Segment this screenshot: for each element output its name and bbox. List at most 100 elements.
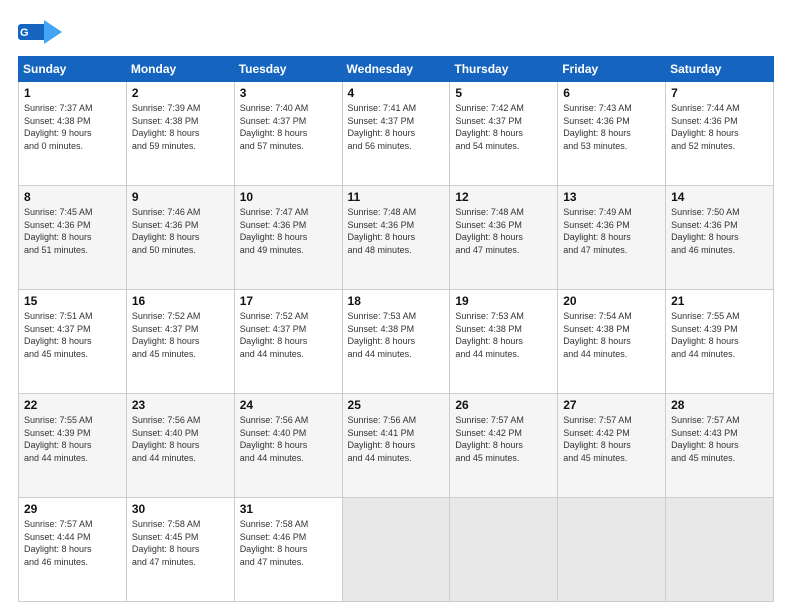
day-number: 14 [671, 190, 768, 204]
day-number: 4 [348, 86, 445, 100]
weekday-header-monday: Monday [126, 57, 234, 82]
calendar-cell [450, 498, 558, 602]
calendar-cell: 3 Sunrise: 7:40 AM Sunset: 4:37 PM Daylig… [234, 82, 342, 186]
calendar-cell: 17 Sunrise: 7:52 AM Sunset: 4:37 PM Dayli… [234, 290, 342, 394]
day-info: Sunrise: 7:54 AM Sunset: 4:38 PM Dayligh… [563, 310, 660, 360]
calendar-cell: 6 Sunrise: 7:43 AM Sunset: 4:36 PM Daylig… [558, 82, 666, 186]
week-row-1: 1 Sunrise: 7:37 AM Sunset: 4:38 PM Daylig… [19, 82, 774, 186]
calendar-cell: 5 Sunrise: 7:42 AM Sunset: 4:37 PM Daylig… [450, 82, 558, 186]
day-info: Sunrise: 7:58 AM Sunset: 4:46 PM Dayligh… [240, 518, 337, 568]
weekday-header-wednesday: Wednesday [342, 57, 450, 82]
day-number: 23 [132, 398, 229, 412]
calendar-cell: 16 Sunrise: 7:52 AM Sunset: 4:37 PM Dayli… [126, 290, 234, 394]
calendar-cell: 30Sunrise: 7:58 AM Sunset: 4:45 PM Dayli… [126, 498, 234, 602]
svg-text:G: G [20, 27, 29, 39]
calendar-cell: 7 Sunrise: 7:44 AM Sunset: 4:36 PM Daylig… [666, 82, 774, 186]
day-info: Sunrise: 7:57 AM Sunset: 4:42 PM Dayligh… [563, 414, 660, 464]
day-number: 22 [24, 398, 121, 412]
day-number: 2 [132, 86, 229, 100]
logo: G [18, 18, 66, 46]
day-info: Sunrise: 7:39 AM Sunset: 4:38 PM Dayligh… [132, 102, 229, 152]
day-number: 13 [563, 190, 660, 204]
week-row-4: 22 Sunrise: 7:55 AM Sunset: 4:39 PM Dayli… [19, 394, 774, 498]
week-row-3: 15 Sunrise: 7:51 AM Sunset: 4:37 PM Dayli… [19, 290, 774, 394]
day-number: 25 [348, 398, 445, 412]
week-row-2: 8 Sunrise: 7:45 AM Sunset: 4:36 PM Daylig… [19, 186, 774, 290]
weekday-header-row: SundayMondayTuesdayWednesdayThursdayFrid… [19, 57, 774, 82]
day-number: 31 [240, 502, 337, 516]
day-number: 6 [563, 86, 660, 100]
day-info: Sunrise: 7:40 AM Sunset: 4:37 PM Dayligh… [240, 102, 337, 152]
day-number: 27 [563, 398, 660, 412]
weekday-header-saturday: Saturday [666, 57, 774, 82]
calendar-cell: 19 Sunrise: 7:53 AM Sunset: 4:38 PM Dayli… [450, 290, 558, 394]
calendar-cell: 11 Sunrise: 7:48 AM Sunset: 4:36 PM Dayli… [342, 186, 450, 290]
day-info: Sunrise: 7:55 AM Sunset: 4:39 PM Dayligh… [671, 310, 768, 360]
day-info: Sunrise: 7:48 AM Sunset: 4:36 PM Dayligh… [348, 206, 445, 256]
day-info: Sunrise: 7:52 AM Sunset: 4:37 PM Dayligh… [240, 310, 337, 360]
day-info: Sunrise: 7:47 AM Sunset: 4:36 PM Dayligh… [240, 206, 337, 256]
calendar-cell: 23 Sunrise: 7:56 AM Sunset: 4:40 PM Dayli… [126, 394, 234, 498]
day-number: 9 [132, 190, 229, 204]
day-number: 1 [24, 86, 121, 100]
day-number: 12 [455, 190, 552, 204]
day-info: Sunrise: 7:53 AM Sunset: 4:38 PM Dayligh… [455, 310, 552, 360]
calendar-cell [558, 498, 666, 602]
day-number: 5 [455, 86, 552, 100]
calendar-cell [666, 498, 774, 602]
day-info: Sunrise: 7:50 AM Sunset: 4:36 PM Dayligh… [671, 206, 768, 256]
calendar-cell: 20 Sunrise: 7:54 AM Sunset: 4:38 PM Dayli… [558, 290, 666, 394]
calendar-cell: 4Sunrise: 7:41 AM Sunset: 4:37 PM Daylig… [342, 82, 450, 186]
calendar-cell: 8 Sunrise: 7:45 AM Sunset: 4:36 PM Daylig… [19, 186, 127, 290]
calendar-cell: 15 Sunrise: 7:51 AM Sunset: 4:37 PM Dayli… [19, 290, 127, 394]
calendar-cell: 18 Sunrise: 7:53 AM Sunset: 4:38 PM Dayli… [342, 290, 450, 394]
day-info: Sunrise: 7:53 AM Sunset: 4:38 PM Dayligh… [348, 310, 445, 360]
day-number: 17 [240, 294, 337, 308]
weekday-header-sunday: Sunday [19, 57, 127, 82]
day-info: Sunrise: 7:44 AM Sunset: 4:36 PM Dayligh… [671, 102, 768, 152]
calendar-cell: 31 Sunrise: 7:58 AM Sunset: 4:46 PM Dayli… [234, 498, 342, 602]
day-number: 7 [671, 86, 768, 100]
calendar-cell: 14 Sunrise: 7:50 AM Sunset: 4:36 PM Dayli… [666, 186, 774, 290]
day-info: Sunrise: 7:37 AM Sunset: 4:38 PM Dayligh… [24, 102, 121, 152]
day-number: 24 [240, 398, 337, 412]
weekday-header-thursday: Thursday [450, 57, 558, 82]
calendar-cell: 25 Sunrise: 7:56 AM Sunset: 4:41 PM Dayli… [342, 394, 450, 498]
day-number: 29 [24, 502, 121, 516]
day-info: Sunrise: 7:48 AM Sunset: 4:36 PM Dayligh… [455, 206, 552, 256]
day-info: Sunrise: 7:51 AM Sunset: 4:37 PM Dayligh… [24, 310, 121, 360]
day-number: 15 [24, 294, 121, 308]
day-info: Sunrise: 7:49 AM Sunset: 4:36 PM Dayligh… [563, 206, 660, 256]
calendar-cell: 12 Sunrise: 7:48 AM Sunset: 4:36 PM Dayli… [450, 186, 558, 290]
calendar-cell: 22 Sunrise: 7:55 AM Sunset: 4:39 PM Dayli… [19, 394, 127, 498]
day-info: Sunrise: 7:45 AM Sunset: 4:36 PM Dayligh… [24, 206, 121, 256]
day-number: 19 [455, 294, 552, 308]
day-info: Sunrise: 7:42 AM Sunset: 4:37 PM Dayligh… [455, 102, 552, 152]
day-number: 16 [132, 294, 229, 308]
day-info: Sunrise: 7:57 AM Sunset: 4:43 PM Dayligh… [671, 414, 768, 464]
day-info: Sunrise: 7:52 AM Sunset: 4:37 PM Dayligh… [132, 310, 229, 360]
day-number: 20 [563, 294, 660, 308]
day-number: 11 [348, 190, 445, 204]
calendar-cell: 28Sunrise: 7:57 AM Sunset: 4:43 PM Dayli… [666, 394, 774, 498]
day-info: Sunrise: 7:56 AM Sunset: 4:40 PM Dayligh… [240, 414, 337, 464]
day-number: 18 [348, 294, 445, 308]
day-number: 30 [132, 502, 229, 516]
calendar-cell [342, 498, 450, 602]
day-info: Sunrise: 7:43 AM Sunset: 4:36 PM Dayligh… [563, 102, 660, 152]
weekday-header-tuesday: Tuesday [234, 57, 342, 82]
calendar-cell: 24 Sunrise: 7:56 AM Sunset: 4:40 PM Dayli… [234, 394, 342, 498]
calendar-cell: 2 Sunrise: 7:39 AM Sunset: 4:38 PM Daylig… [126, 82, 234, 186]
day-number: 3 [240, 86, 337, 100]
day-number: 8 [24, 190, 121, 204]
calendar-cell: 27 Sunrise: 7:57 AM Sunset: 4:42 PM Dayli… [558, 394, 666, 498]
calendar-cell: 1 Sunrise: 7:37 AM Sunset: 4:38 PM Daylig… [19, 82, 127, 186]
calendar-cell: 21 Sunrise: 7:55 AM Sunset: 4:39 PM Dayli… [666, 290, 774, 394]
calendar-cell: 9Sunrise: 7:46 AM Sunset: 4:36 PM Daylig… [126, 186, 234, 290]
day-info: Sunrise: 7:56 AM Sunset: 4:40 PM Dayligh… [132, 414, 229, 464]
day-info: Sunrise: 7:55 AM Sunset: 4:39 PM Dayligh… [24, 414, 121, 464]
day-number: 21 [671, 294, 768, 308]
calendar-cell: 13 Sunrise: 7:49 AM Sunset: 4:36 PM Dayli… [558, 186, 666, 290]
day-info: Sunrise: 7:56 AM Sunset: 4:41 PM Dayligh… [348, 414, 445, 464]
calendar-cell: 29Sunrise: 7:57 AM Sunset: 4:44 PM Dayli… [19, 498, 127, 602]
